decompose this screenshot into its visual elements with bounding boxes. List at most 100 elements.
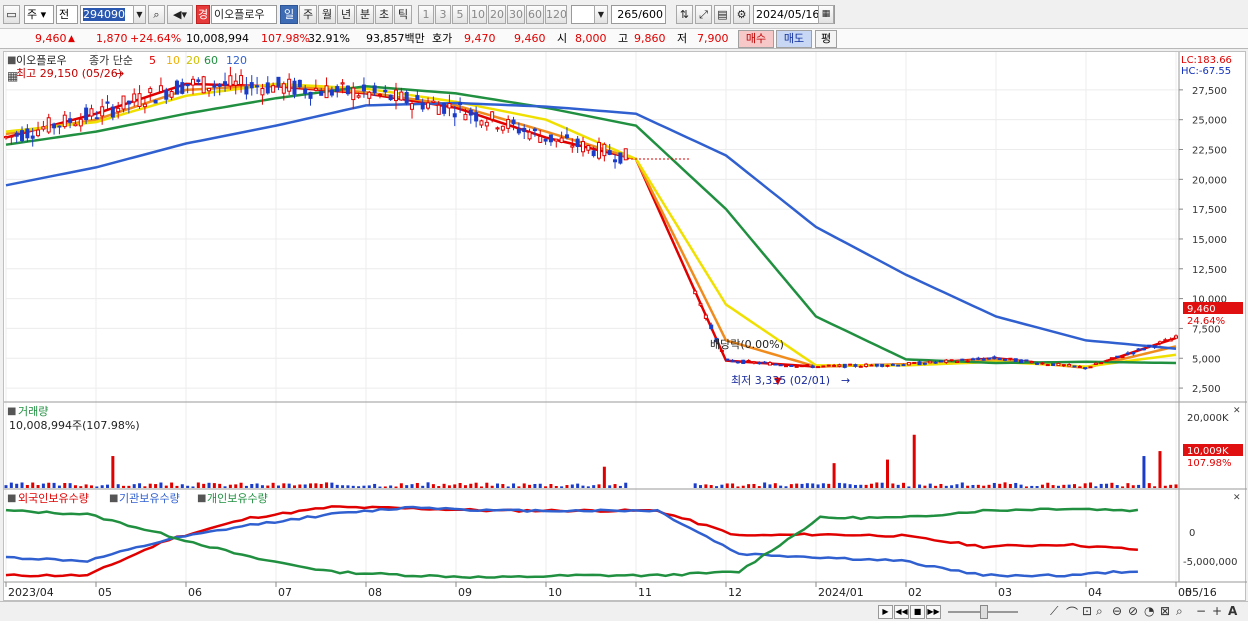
volume-bar [779,485,783,488]
candle-body [580,141,585,153]
tool-icon-7[interactable]: ⊠ [1160,604,1170,618]
interval-button-60[interactable]: 60 [526,5,544,24]
period-button-0[interactable]: 일 [280,5,298,24]
tool-icon-3[interactable]: ⊡ [1082,604,1092,618]
holdings-lines [5,505,1139,579]
candle-body [410,103,415,110]
volume-bar [1131,485,1135,488]
period-button-5[interactable]: 초 [375,5,393,24]
drawing-tool-icon[interactable]: ⤢ [695,5,712,24]
current-price-tag: 9,460 [1187,304,1216,315]
zoom-slider-handle[interactable] [980,605,988,619]
volume-bar [1163,485,1167,488]
volume-bar [955,484,959,488]
candle-body [20,130,25,142]
tool-icon-2[interactable]: ⌒ [1066,604,1078,621]
sell-button[interactable]: 매도 [776,30,812,48]
ma-line-10 [5,83,1177,370]
data-count-total: /600 [638,8,663,21]
candle-body [329,89,334,96]
candle-body [415,95,420,100]
volume-bar [795,483,799,488]
scroll-right-icon[interactable]: ▶ [878,605,893,619]
ma-line-20 [5,82,1177,368]
candle-body [196,79,201,82]
candle-body [105,101,110,104]
tool-icon-5[interactable]: ⊘ [1128,604,1138,618]
volume-bar [68,483,72,488]
fast-forward-icon[interactable]: ▶▶ [926,605,941,619]
search-icon[interactable]: ⌕ [148,5,165,24]
interval-button-20[interactable]: 20 [488,5,506,24]
candle-body [730,359,735,363]
zoom-in-icon[interactable]: ⌕ [1096,604,1103,619]
candle-body [597,142,602,159]
candle-body [126,100,131,105]
period-button-3[interactable]: 년 [337,5,355,24]
volume-bar [853,484,857,488]
window-icon[interactable]: ▭ [3,5,20,24]
candle-body [1067,364,1072,367]
save-icon[interactable]: ▤ [714,5,731,24]
chart-type-icon[interactable]: ⇅ [676,5,693,24]
volume-bar [442,483,446,488]
volume-bar [731,483,735,488]
settings-gear-icon[interactable]: ⚙ [733,5,750,24]
buy-button[interactable]: 매수 [738,30,774,48]
volume-bar [960,482,964,488]
zoom-search-icon[interactable]: ⌕ [1176,604,1183,619]
interval-button-5[interactable]: 5 [452,5,468,24]
period-button-6[interactable]: 틱 [394,5,412,24]
candle-body [1120,356,1125,359]
prefix-select[interactable]: 전 [56,5,78,24]
volume-bar [939,483,943,488]
volume-bar [292,485,296,488]
stock-name-field: 이오플로우 [211,5,277,24]
period-button-4[interactable]: 분 [356,5,374,24]
candle-body [479,120,484,126]
candle-body [265,82,270,94]
volume-bar [848,484,852,488]
chart-canvas[interactable]: ■ 이오플로우 종가 단순 5 10 20 60 120 ▦ 최고 29,150… [4,52,1247,602]
tool-icon-1[interactable]: ⟋ [1050,604,1058,619]
interval-button-10[interactable]: 10 [469,5,487,24]
market-select[interactable]: 주 ▾ [24,5,54,24]
candle-body [848,363,853,366]
period-button-1[interactable]: 주 [299,5,317,24]
code-dropdown-icon[interactable]: ▼ [133,5,146,24]
auto-scale-icon[interactable]: A [1228,604,1237,618]
candle-body [725,358,730,361]
volume-bar [875,482,879,488]
candle-body [890,363,895,366]
interval-button-1[interactable]: 1 [418,5,434,24]
evaluate-button[interactable]: 평 [815,30,837,48]
candle-body [954,360,959,363]
volume-bar [1083,483,1087,488]
volume-bar [864,484,868,488]
speaker-icon[interactable]: ◀▾ [167,5,193,24]
tool-icon-6[interactable]: ◔ [1144,604,1154,618]
interval-button-3[interactable]: 3 [435,5,451,24]
candle-body [174,80,179,95]
stop-icon[interactable]: ■ [910,605,925,619]
high-arrow-icon: → [115,67,124,80]
volume-bar [431,484,435,488]
data-count-field[interactable]: 265/600 [611,5,666,24]
zoom-out-icon[interactable]: − [1196,604,1206,618]
x-tick-label-9: 2024/01 [818,586,864,599]
candle-body [463,113,468,121]
rewind-icon[interactable]: ◀◀ [894,605,909,619]
volume-bar [1051,485,1055,488]
zoom-plus-icon[interactable]: + [1212,604,1222,618]
interval-button-120[interactable]: 120 [545,5,567,24]
calendar-icon[interactable]: ▦ [818,5,834,24]
candle-body [14,132,19,137]
volume-bar [437,486,441,488]
interval-dropdown-icon[interactable]: ▼ [594,5,608,24]
ma-line-60 [5,85,1177,365]
interval-button-30[interactable]: 30 [507,5,525,24]
period-button-2[interactable]: 월 [318,5,336,24]
chart-area[interactable]: ■ 이오플로우 종가 단순 5 10 20 60 120 ▦ 최고 29,150… [3,51,1247,602]
tool-icon-4[interactable]: ⊖ [1112,604,1122,618]
volume-bar [992,482,996,488]
